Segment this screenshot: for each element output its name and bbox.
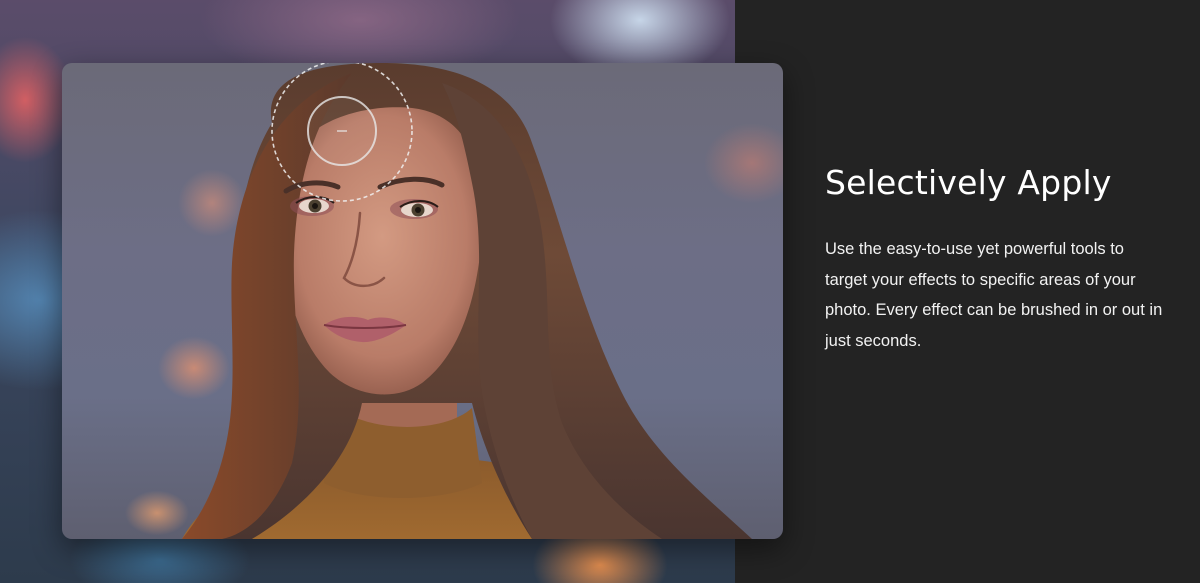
feature-heading: Selectively Apply	[825, 163, 1112, 202]
photo-preview-card	[62, 63, 783, 539]
feature-description: Use the easy-to-use yet powerful tools t…	[825, 240, 1163, 350]
portrait-photo	[182, 63, 752, 539]
